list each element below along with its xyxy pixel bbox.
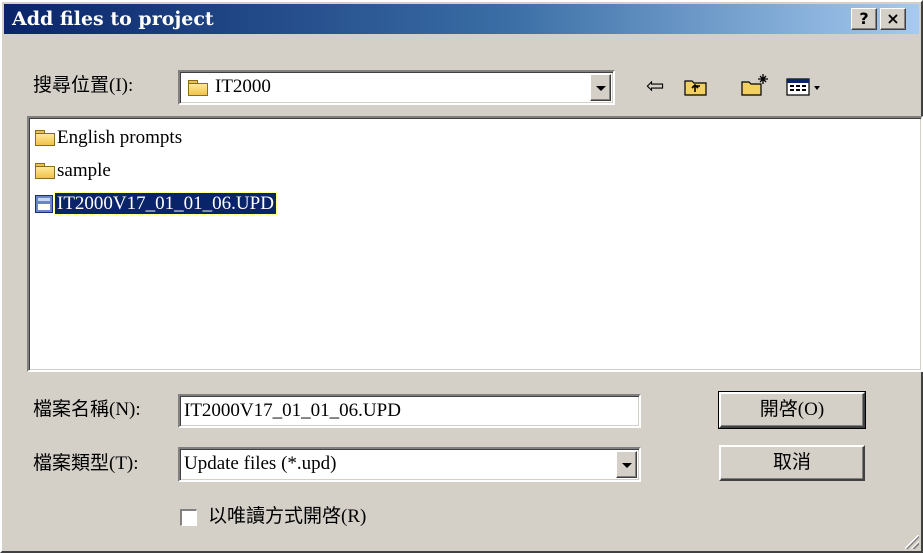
file-list[interactable]: English prompts sample IT2000V17_01_01_0… [27, 116, 923, 372]
look-in-value: IT2000 [215, 76, 271, 97]
close-button[interactable]: × [880, 8, 906, 30]
views-menu-button[interactable] [786, 76, 826, 98]
add-files-dialog: Add files to project ? × 搜尋位置(I): IT2000… [0, 0, 923, 553]
resize-grip[interactable] [905, 535, 919, 549]
file-name-value: IT2000V17_01_01_06.UPD [184, 400, 401, 421]
file-type-label: 檔案類型(T): [33, 453, 139, 474]
back-button[interactable]: ⇦ [646, 76, 664, 98]
list-item-label: IT2000V17_01_01_06.UPD [54, 191, 277, 215]
new-folder-icon [741, 74, 768, 96]
file-type-value: Update files (*.upd) [184, 453, 337, 474]
look-in-dropdown-arrow[interactable] [590, 74, 611, 101]
folder-icon [35, 129, 55, 146]
look-in-dropdown[interactable]: IT2000 [178, 70, 615, 105]
readonly-label[interactable]: 以唯讀方式開啓(R) [208, 505, 366, 529]
close-icon: × [886, 9, 900, 28]
list-item-english-prompts[interactable]: English prompts [35, 124, 182, 150]
look-in-label: 搜尋位置(I): [33, 75, 134, 96]
folder-icon [188, 80, 208, 96]
dialog-title: Add files to project [12, 8, 214, 30]
title-bar[interactable]: Add files to project ? × [4, 4, 919, 34]
file-name-input[interactable]: IT2000V17_01_01_06.UPD [178, 394, 641, 428]
folder-icon [35, 162, 55, 179]
update-file-icon [35, 194, 53, 213]
help-button[interactable]: ? [851, 8, 877, 30]
list-item-label: sample [57, 159, 111, 181]
help-icon: ? [859, 9, 869, 28]
views-menu-icon [786, 78, 820, 96]
list-item-label: English prompts [57, 126, 183, 148]
list-item-sample[interactable]: sample [35, 157, 111, 183]
file-type-dropdown-arrow[interactable] [616, 451, 637, 478]
new-folder-button[interactable] [740, 72, 770, 96]
list-item-upd-file[interactable]: IT2000V17_01_01_06.UPD [35, 190, 277, 216]
back-arrow-icon: ⇦ [646, 74, 665, 99]
readonly-checkbox[interactable] [180, 509, 197, 526]
file-type-dropdown[interactable]: Update files (*.upd) [178, 447, 641, 482]
file-name-label: 檔案名稱(N): [33, 399, 141, 420]
up-one-level-button[interactable] [683, 76, 709, 98]
cancel-button[interactable]: 取消 [719, 445, 865, 481]
up-folder-icon [684, 80, 707, 96]
open-button[interactable]: 開啓(O) [718, 391, 866, 429]
